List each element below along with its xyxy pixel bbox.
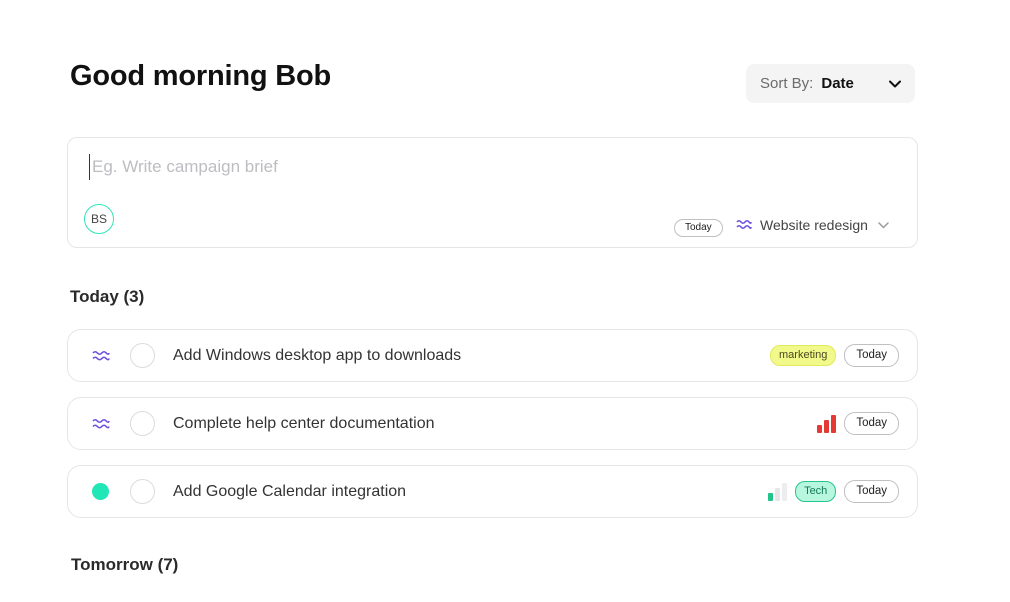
green-dot-icon: [92, 483, 109, 500]
task-title[interactable]: Complete help center documentation: [173, 415, 435, 433]
task-date-pill[interactable]: Today: [844, 480, 899, 503]
task-complete-checkbox[interactable]: [130, 411, 155, 436]
composer-date-pill[interactable]: Today: [674, 219, 723, 237]
sort-dropdown[interactable]: Sort By: Date: [746, 64, 915, 103]
chevron-down-icon: [889, 80, 901, 88]
priority-low-icon[interactable]: [768, 482, 788, 501]
waves-icon: [736, 219, 752, 231]
task-title[interactable]: Add Windows desktop app to downloads: [173, 347, 461, 365]
sort-label: Sort By:: [760, 75, 814, 92]
greeting-title: Good morning Bob: [70, 60, 331, 92]
task-row[interactable]: Add Google Calendar integration Tech Tod…: [67, 465, 918, 518]
composer-project-selector[interactable]: Website redesign: [736, 217, 889, 233]
task-date-pill[interactable]: Today: [844, 344, 899, 367]
new-task-input[interactable]: [89, 154, 692, 180]
composer-project-label: Website redesign: [760, 217, 868, 233]
task-complete-checkbox[interactable]: [130, 479, 155, 504]
task-row[interactable]: Add Windows desktop app to downloads mar…: [67, 329, 918, 382]
chevron-down-icon: [878, 221, 889, 229]
waves-icon: [92, 348, 110, 364]
section-title-today: Today (3): [70, 287, 145, 306]
task-date-pill[interactable]: Today: [844, 412, 899, 435]
priority-high-icon[interactable]: [817, 414, 837, 433]
task-composer: BS Today Website redesign: [67, 137, 918, 248]
section-title-tomorrow: Tomorrow (7): [71, 555, 179, 574]
task-row[interactable]: Complete help center documentation Today: [67, 397, 918, 450]
task-title[interactable]: Add Google Calendar integration: [173, 483, 406, 501]
assignee-avatar[interactable]: BS: [84, 204, 114, 234]
sort-value: Date: [821, 75, 854, 92]
tag-marketing[interactable]: marketing: [770, 345, 837, 366]
waves-icon: [92, 416, 110, 432]
task-complete-checkbox[interactable]: [130, 343, 155, 368]
tag-tech[interactable]: Tech: [795, 481, 837, 502]
